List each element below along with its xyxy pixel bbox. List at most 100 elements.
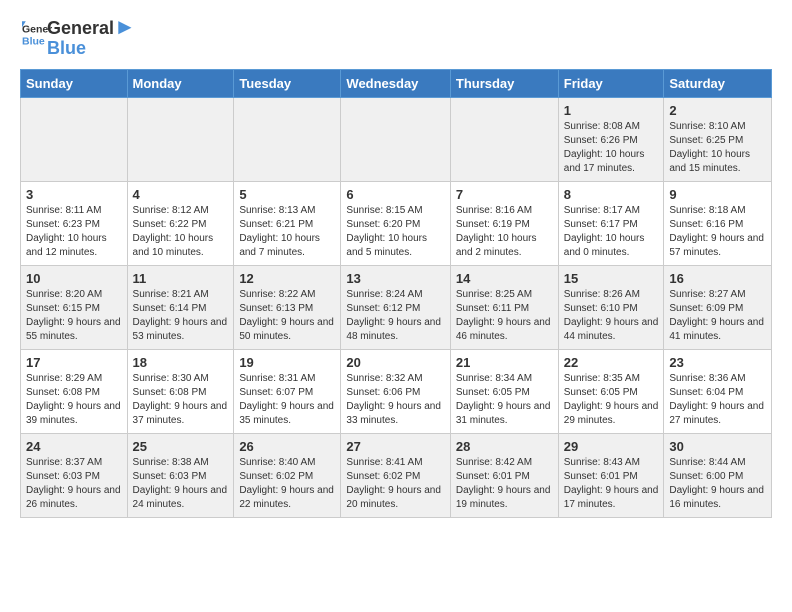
- day-number: 22: [564, 355, 659, 370]
- day-info: Sunrise: 8:25 AM Sunset: 6:11 PM Dayligh…: [456, 288, 553, 344]
- day-number: 6: [346, 187, 444, 202]
- day-info: Sunrise: 8:30 AM Sunset: 6:08 PM Dayligh…: [133, 372, 229, 428]
- day-info: Sunrise: 8:13 AM Sunset: 6:21 PM Dayligh…: [239, 204, 335, 260]
- day-number: 28: [456, 439, 553, 454]
- day-number: 24: [26, 439, 122, 454]
- calendar-cell: 13 Sunrise: 8:24 AM Sunset: 6:12 PM Dayli…: [341, 265, 450, 349]
- weekday-header-wednesday: Wednesday: [341, 69, 450, 97]
- calendar-cell: 26 Sunrise: 8:40 AM Sunset: 6:02 PM Dayli…: [234, 433, 341, 517]
- day-info: Sunrise: 8:18 AM Sunset: 6:16 PM Dayligh…: [669, 204, 766, 260]
- day-info: Sunrise: 8:43 AM Sunset: 6:01 PM Dayligh…: [564, 456, 659, 512]
- day-number: 14: [456, 271, 553, 286]
- calendar-cell: 2Sunrise: 8:10 AM Sunset: 6:25 PM Daylig…: [664, 97, 772, 181]
- weekday-header-thursday: Thursday: [450, 69, 558, 97]
- logo-line1: General►: [47, 15, 136, 39]
- day-info: Sunrise: 8:11 AM Sunset: 6:23 PM Dayligh…: [26, 204, 122, 260]
- day-info: Sunrise: 8:29 AM Sunset: 6:08 PM Dayligh…: [26, 372, 122, 428]
- day-number: 11: [133, 271, 229, 286]
- calendar-cell: 28Sunrise: 8:42 AM Sunset: 6:01 PM Dayli…: [450, 433, 558, 517]
- page-header: General Blue General► Blue: [20, 15, 772, 59]
- calendar-week-4: 17 Sunrise: 8:29 AM Sunset: 6:08 PM Dayli…: [21, 349, 772, 433]
- day-info: Sunrise: 8:24 AM Sunset: 6:12 PM Dayligh…: [346, 288, 444, 344]
- day-number: 21: [456, 355, 553, 370]
- day-number: 15: [564, 271, 659, 286]
- calendar-cell: 16 Sunrise: 8:27 AM Sunset: 6:09 PM Dayli…: [664, 265, 772, 349]
- calendar-cell: 27 Sunrise: 8:41 AM Sunset: 6:02 PM Dayli…: [341, 433, 450, 517]
- day-info: Sunrise: 8:40 AM Sunset: 6:02 PM Dayligh…: [239, 456, 335, 512]
- day-number: 19: [239, 355, 335, 370]
- calendar-cell: 20 Sunrise: 8:32 AM Sunset: 6:06 PM Dayli…: [341, 349, 450, 433]
- day-number: 17: [26, 355, 122, 370]
- calendar-cell: 22 Sunrise: 8:35 AM Sunset: 6:05 PM Dayli…: [558, 349, 664, 433]
- day-number: 3: [26, 187, 122, 202]
- calendar-week-3: 10 Sunrise: 8:20 AM Sunset: 6:15 PM Dayli…: [21, 265, 772, 349]
- calendar-cell: 15 Sunrise: 8:26 AM Sunset: 6:10 PM Dayli…: [558, 265, 664, 349]
- calendar-cell: 17 Sunrise: 8:29 AM Sunset: 6:08 PM Dayli…: [21, 349, 128, 433]
- calendar-cell: 23 Sunrise: 8:36 AM Sunset: 6:04 PM Dayli…: [664, 349, 772, 433]
- day-number: 27: [346, 439, 444, 454]
- calendar-cell: 29 Sunrise: 8:43 AM Sunset: 6:01 PM Dayli…: [558, 433, 664, 517]
- day-info: Sunrise: 8:31 AM Sunset: 6:07 PM Dayligh…: [239, 372, 335, 428]
- calendar-week-5: 24 Sunrise: 8:37 AM Sunset: 6:03 PM Dayli…: [21, 433, 772, 517]
- day-number: 30: [669, 439, 766, 454]
- calendar-header: SundayMondayTuesdayWednesdayThursdayFrid…: [21, 69, 772, 97]
- day-number: 26: [239, 439, 335, 454]
- day-number: 10: [26, 271, 122, 286]
- day-number: 5: [239, 187, 335, 202]
- day-info: Sunrise: 8:35 AM Sunset: 6:05 PM Dayligh…: [564, 372, 659, 428]
- calendar-cell: 18Sunrise: 8:30 AM Sunset: 6:08 PM Dayli…: [127, 349, 234, 433]
- day-info: Sunrise: 8:27 AM Sunset: 6:09 PM Dayligh…: [669, 288, 766, 344]
- weekday-header-sunday: Sunday: [21, 69, 128, 97]
- weekday-header-monday: Monday: [127, 69, 234, 97]
- day-number: 7: [456, 187, 553, 202]
- calendar-cell: 12Sunrise: 8:22 AM Sunset: 6:13 PM Dayli…: [234, 265, 341, 349]
- calendar-cell: 1 Sunrise: 8:08 AM Sunset: 6:26 PM Daylig…: [558, 97, 664, 181]
- day-info: Sunrise: 8:20 AM Sunset: 6:15 PM Dayligh…: [26, 288, 122, 344]
- calendar-cell: 3 Sunrise: 8:11 AM Sunset: 6:23 PM Daylig…: [21, 181, 128, 265]
- calendar-cell: 7 Sunrise: 8:16 AM Sunset: 6:19 PM Daylig…: [450, 181, 558, 265]
- day-info: Sunrise: 8:16 AM Sunset: 6:19 PM Dayligh…: [456, 204, 553, 260]
- calendar-table: SundayMondayTuesdayWednesdayThursdayFrid…: [20, 69, 772, 518]
- day-info: Sunrise: 8:41 AM Sunset: 6:02 PM Dayligh…: [346, 456, 444, 512]
- calendar-cell: 5 Sunrise: 8:13 AM Sunset: 6:21 PM Daylig…: [234, 181, 341, 265]
- calendar-cell: 25 Sunrise: 8:38 AM Sunset: 6:03 PM Dayli…: [127, 433, 234, 517]
- day-number: 1: [564, 103, 659, 118]
- calendar-cell: 11 Sunrise: 8:21 AM Sunset: 6:14 PM Dayli…: [127, 265, 234, 349]
- calendar-cell: [21, 97, 128, 181]
- day-number: 16: [669, 271, 766, 286]
- calendar-cell: 8Sunrise: 8:17 AM Sunset: 6:17 PM Daylig…: [558, 181, 664, 265]
- day-number: 8: [564, 187, 659, 202]
- calendar-cell: 4Sunrise: 8:12 AM Sunset: 6:22 PM Daylig…: [127, 181, 234, 265]
- calendar-cell: 14 Sunrise: 8:25 AM Sunset: 6:11 PM Dayli…: [450, 265, 558, 349]
- day-info: Sunrise: 8:37 AM Sunset: 6:03 PM Dayligh…: [26, 456, 122, 512]
- svg-text:Blue: Blue: [22, 36, 45, 48]
- calendar-cell: 30 Sunrise: 8:44 AM Sunset: 6:00 PM Dayli…: [664, 433, 772, 517]
- day-number: 25: [133, 439, 229, 454]
- calendar-cell: 19 Sunrise: 8:31 AM Sunset: 6:07 PM Dayli…: [234, 349, 341, 433]
- day-number: 20: [346, 355, 444, 370]
- calendar-cell: [450, 97, 558, 181]
- day-info: Sunrise: 8:12 AM Sunset: 6:22 PM Dayligh…: [133, 204, 229, 260]
- weekday-header-tuesday: Tuesday: [234, 69, 341, 97]
- day-info: Sunrise: 8:32 AM Sunset: 6:06 PM Dayligh…: [346, 372, 444, 428]
- day-info: Sunrise: 8:26 AM Sunset: 6:10 PM Dayligh…: [564, 288, 659, 344]
- day-info: Sunrise: 8:36 AM Sunset: 6:04 PM Dayligh…: [669, 372, 766, 428]
- day-number: 23: [669, 355, 766, 370]
- day-number: 12: [239, 271, 335, 286]
- calendar-cell: [234, 97, 341, 181]
- calendar-cell: 24 Sunrise: 8:37 AM Sunset: 6:03 PM Dayli…: [21, 433, 128, 517]
- calendar-cell: [127, 97, 234, 181]
- calendar-week-2: 3 Sunrise: 8:11 AM Sunset: 6:23 PM Daylig…: [21, 181, 772, 265]
- logo-line2: Blue: [47, 39, 136, 59]
- day-info: Sunrise: 8:38 AM Sunset: 6:03 PM Dayligh…: [133, 456, 229, 512]
- day-number: 29: [564, 439, 659, 454]
- day-info: Sunrise: 8:15 AM Sunset: 6:20 PM Dayligh…: [346, 204, 444, 260]
- day-number: 13: [346, 271, 444, 286]
- weekday-header-saturday: Saturday: [664, 69, 772, 97]
- day-info: Sunrise: 8:21 AM Sunset: 6:14 PM Dayligh…: [133, 288, 229, 344]
- logo: General Blue General► Blue: [20, 15, 136, 59]
- day-info: Sunrise: 8:44 AM Sunset: 6:00 PM Dayligh…: [669, 456, 766, 512]
- calendar-cell: 10 Sunrise: 8:20 AM Sunset: 6:15 PM Dayli…: [21, 265, 128, 349]
- day-info: Sunrise: 8:08 AM Sunset: 6:26 PM Dayligh…: [564, 120, 659, 176]
- calendar-cell: 21Sunrise: 8:34 AM Sunset: 6:05 PM Dayli…: [450, 349, 558, 433]
